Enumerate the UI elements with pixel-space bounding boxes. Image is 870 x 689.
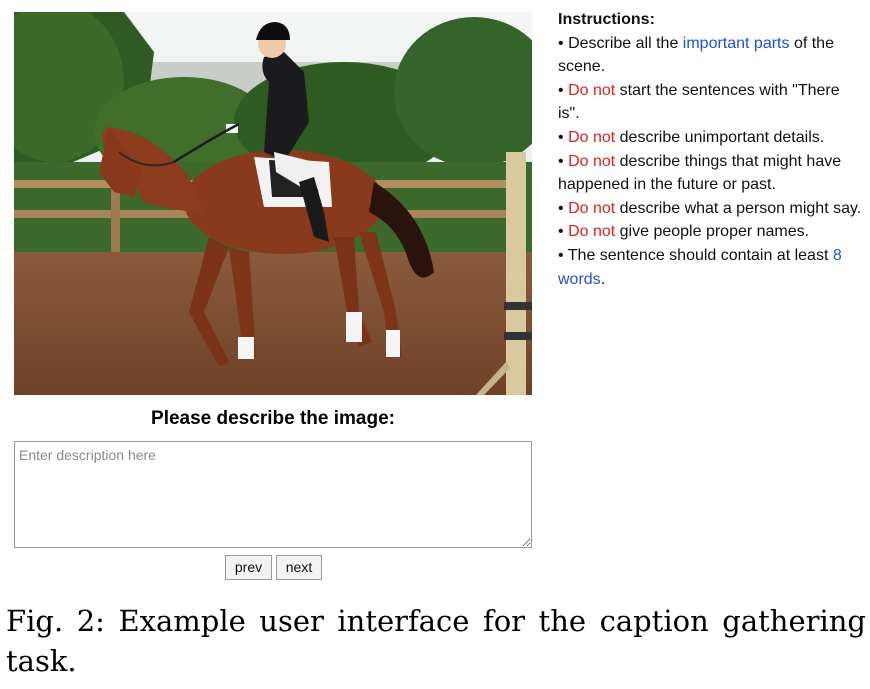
instruction-highlight: important parts: [682, 34, 790, 52]
instruction-highlight: Do not: [568, 223, 616, 241]
instruction-text: describe unimportant details.: [615, 128, 825, 146]
figure-caption: Fig. 2: Example user interface for the c…: [6, 604, 866, 678]
instruction-highlight: Do not: [568, 81, 616, 99]
instruction-item: • The sentence should contain at least 8…: [558, 244, 863, 291]
instruction-text: The sentence should contain at least: [567, 246, 833, 264]
description-input[interactable]: [14, 441, 532, 548]
instruction-item: • Do not describe things that might have…: [558, 150, 863, 197]
instruction-item: • Do not start the sentences with "There…: [558, 79, 863, 126]
instructions-title: Instructions:: [558, 11, 655, 28]
instruction-highlight: Do not: [568, 128, 616, 146]
instruction-text: Describe all the: [568, 34, 683, 52]
instruction-highlight: Do not: [568, 152, 616, 170]
bullet: •: [558, 34, 564, 52]
instruction-item: • Do not give people proper names.: [558, 220, 863, 244]
instruction-highlight: Do not: [568, 199, 616, 217]
bullet: •: [558, 152, 564, 170]
bullet: •: [558, 128, 564, 146]
bullet: •: [558, 199, 564, 217]
instruction-text: describe what a person might say.: [615, 199, 862, 217]
next-button[interactable]: next: [276, 555, 322, 580]
instruction-item: • Describe all the important parts of th…: [558, 32, 863, 79]
horse-rider-photo: [14, 12, 532, 395]
instruction-item: • Do not describe what a person might sa…: [558, 197, 863, 221]
describe-prompt: Please describe the image:: [151, 408, 395, 429]
instruction-text: give people proper names.: [615, 223, 810, 241]
bullet: •: [558, 246, 564, 264]
prev-button[interactable]: prev: [225, 555, 272, 580]
bullet: •: [558, 81, 564, 99]
instruction-text: .: [600, 270, 606, 288]
bullet: •: [558, 223, 564, 241]
instructions-panel: Instructions: • Describe all the importa…: [558, 8, 863, 291]
instruction-item: • Do not describe unimportant details.: [558, 126, 863, 150]
